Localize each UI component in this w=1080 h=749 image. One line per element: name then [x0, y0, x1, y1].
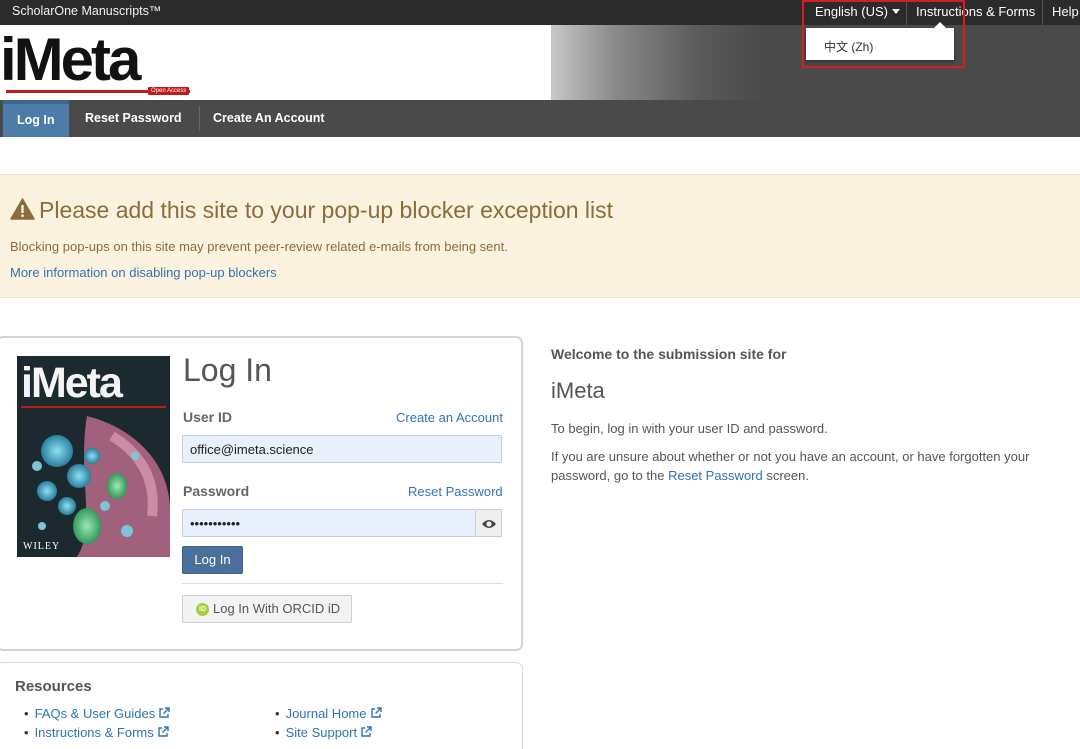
bullet-icon: • — [24, 706, 29, 721]
bullet-icon: • — [275, 725, 280, 740]
divider — [906, 0, 907, 25]
language-option-zh[interactable]: 中文 (Zh) — [824, 40, 873, 54]
login-title: Log In — [183, 352, 272, 388]
bullet-icon: • — [275, 706, 280, 721]
welcome-instruction: To begin, log in with your user ID and p… — [551, 421, 828, 436]
create-account-link[interactable]: Create an Account — [396, 410, 503, 425]
divider — [1042, 0, 1043, 25]
userid-label: User ID — [183, 409, 233, 425]
external-link-icon — [158, 726, 169, 737]
main-nav: Log In Reset Password Create An Account — [0, 100, 1080, 137]
language-label: English (US) — [815, 4, 888, 19]
warning-icon — [10, 198, 35, 220]
wiley-logo: WILEY — [23, 541, 61, 552]
password-label: Password — [183, 483, 250, 499]
bullet-icon: • — [24, 725, 29, 740]
instructions-forms-link[interactable]: Instructions & Forms — [916, 0, 1035, 24]
external-link-icon — [370, 707, 382, 718]
language-selector[interactable]: English (US) — [806, 0, 906, 25]
alert-text: Blocking pop-ups on this site may preven… — [10, 239, 508, 254]
resource-label: Journal Home — [285, 706, 367, 721]
journal-cover: iMeta WILEY — [17, 356, 170, 557]
orcid-login-button[interactable]: iD Log In With ORCID iD — [182, 595, 352, 623]
login-button[interactable]: Log In — [182, 546, 243, 574]
nav-tab-create-account[interactable]: Create An Account — [199, 100, 339, 137]
orcid-icon: iD — [196, 603, 209, 616]
reset-password-inline-link[interactable]: Reset Password — [668, 468, 763, 483]
help-link[interactable]: Help — [1052, 0, 1079, 24]
resource-label: Site Support — [285, 725, 358, 740]
cover-underline — [21, 406, 166, 408]
top-bar: ScholarOne Manuscripts™ English (US) Ins… — [0, 0, 1080, 25]
resources-title: Resources — [15, 678, 92, 695]
cover-title: iMeta — [21, 359, 123, 407]
nav-tab-log-in[interactable]: Log In — [3, 100, 69, 137]
eye-icon — [482, 520, 496, 528]
popup-info-link[interactable]: More information on disabling pop-up blo… — [10, 265, 277, 280]
resource-site-support-link[interactable]: • Site Support — [275, 725, 372, 740]
imeta-logo[interactable]: iMeta Open Access — [0, 26, 195, 97]
welcome-help-text: If you are unsure about whether or not y… — [551, 447, 1051, 485]
resource-journal-home-link[interactable]: • Journal Home — [275, 706, 382, 721]
resource-label: Instructions & Forms — [34, 725, 154, 740]
logo-text: iMeta — [0, 26, 141, 93]
password-input[interactable]: ••••••••••• — [182, 509, 476, 537]
open-access-badge: Open Access — [148, 87, 190, 95]
resource-faqs-link[interactable]: • FAQs & User Guides — [24, 706, 170, 721]
resource-label: FAQs & User Guides — [34, 706, 156, 721]
orcid-button-label: Log In With ORCID iD — [213, 601, 341, 616]
journal-name: iMeta — [551, 378, 605, 403]
external-link-icon — [361, 726, 372, 737]
resource-instructions-link[interactable]: • Instructions & Forms — [24, 725, 169, 740]
external-link-icon — [159, 707, 170, 718]
popup-blocker-alert: Please add this site to your pop-up bloc… — [0, 174, 1080, 298]
userid-input[interactable]: office@imeta.science — [182, 435, 502, 463]
scholarone-brand[interactable]: ScholarOne Manuscripts™ — [12, 4, 161, 18]
help-text-after: screen. — [762, 468, 809, 483]
language-dropdown: 中文 (Zh) — [806, 22, 954, 60]
reset-password-link[interactable]: Reset Password — [408, 484, 503, 499]
welcome-heading: Welcome to the submission site for — [551, 346, 787, 362]
divider — [182, 583, 503, 584]
show-password-button[interactable] — [476, 509, 502, 537]
alert-title: Please add this site to your pop-up bloc… — [39, 197, 614, 223]
caret-down-icon — [891, 9, 900, 14]
nav-tab-reset-password[interactable]: Reset Password — [71, 100, 196, 137]
